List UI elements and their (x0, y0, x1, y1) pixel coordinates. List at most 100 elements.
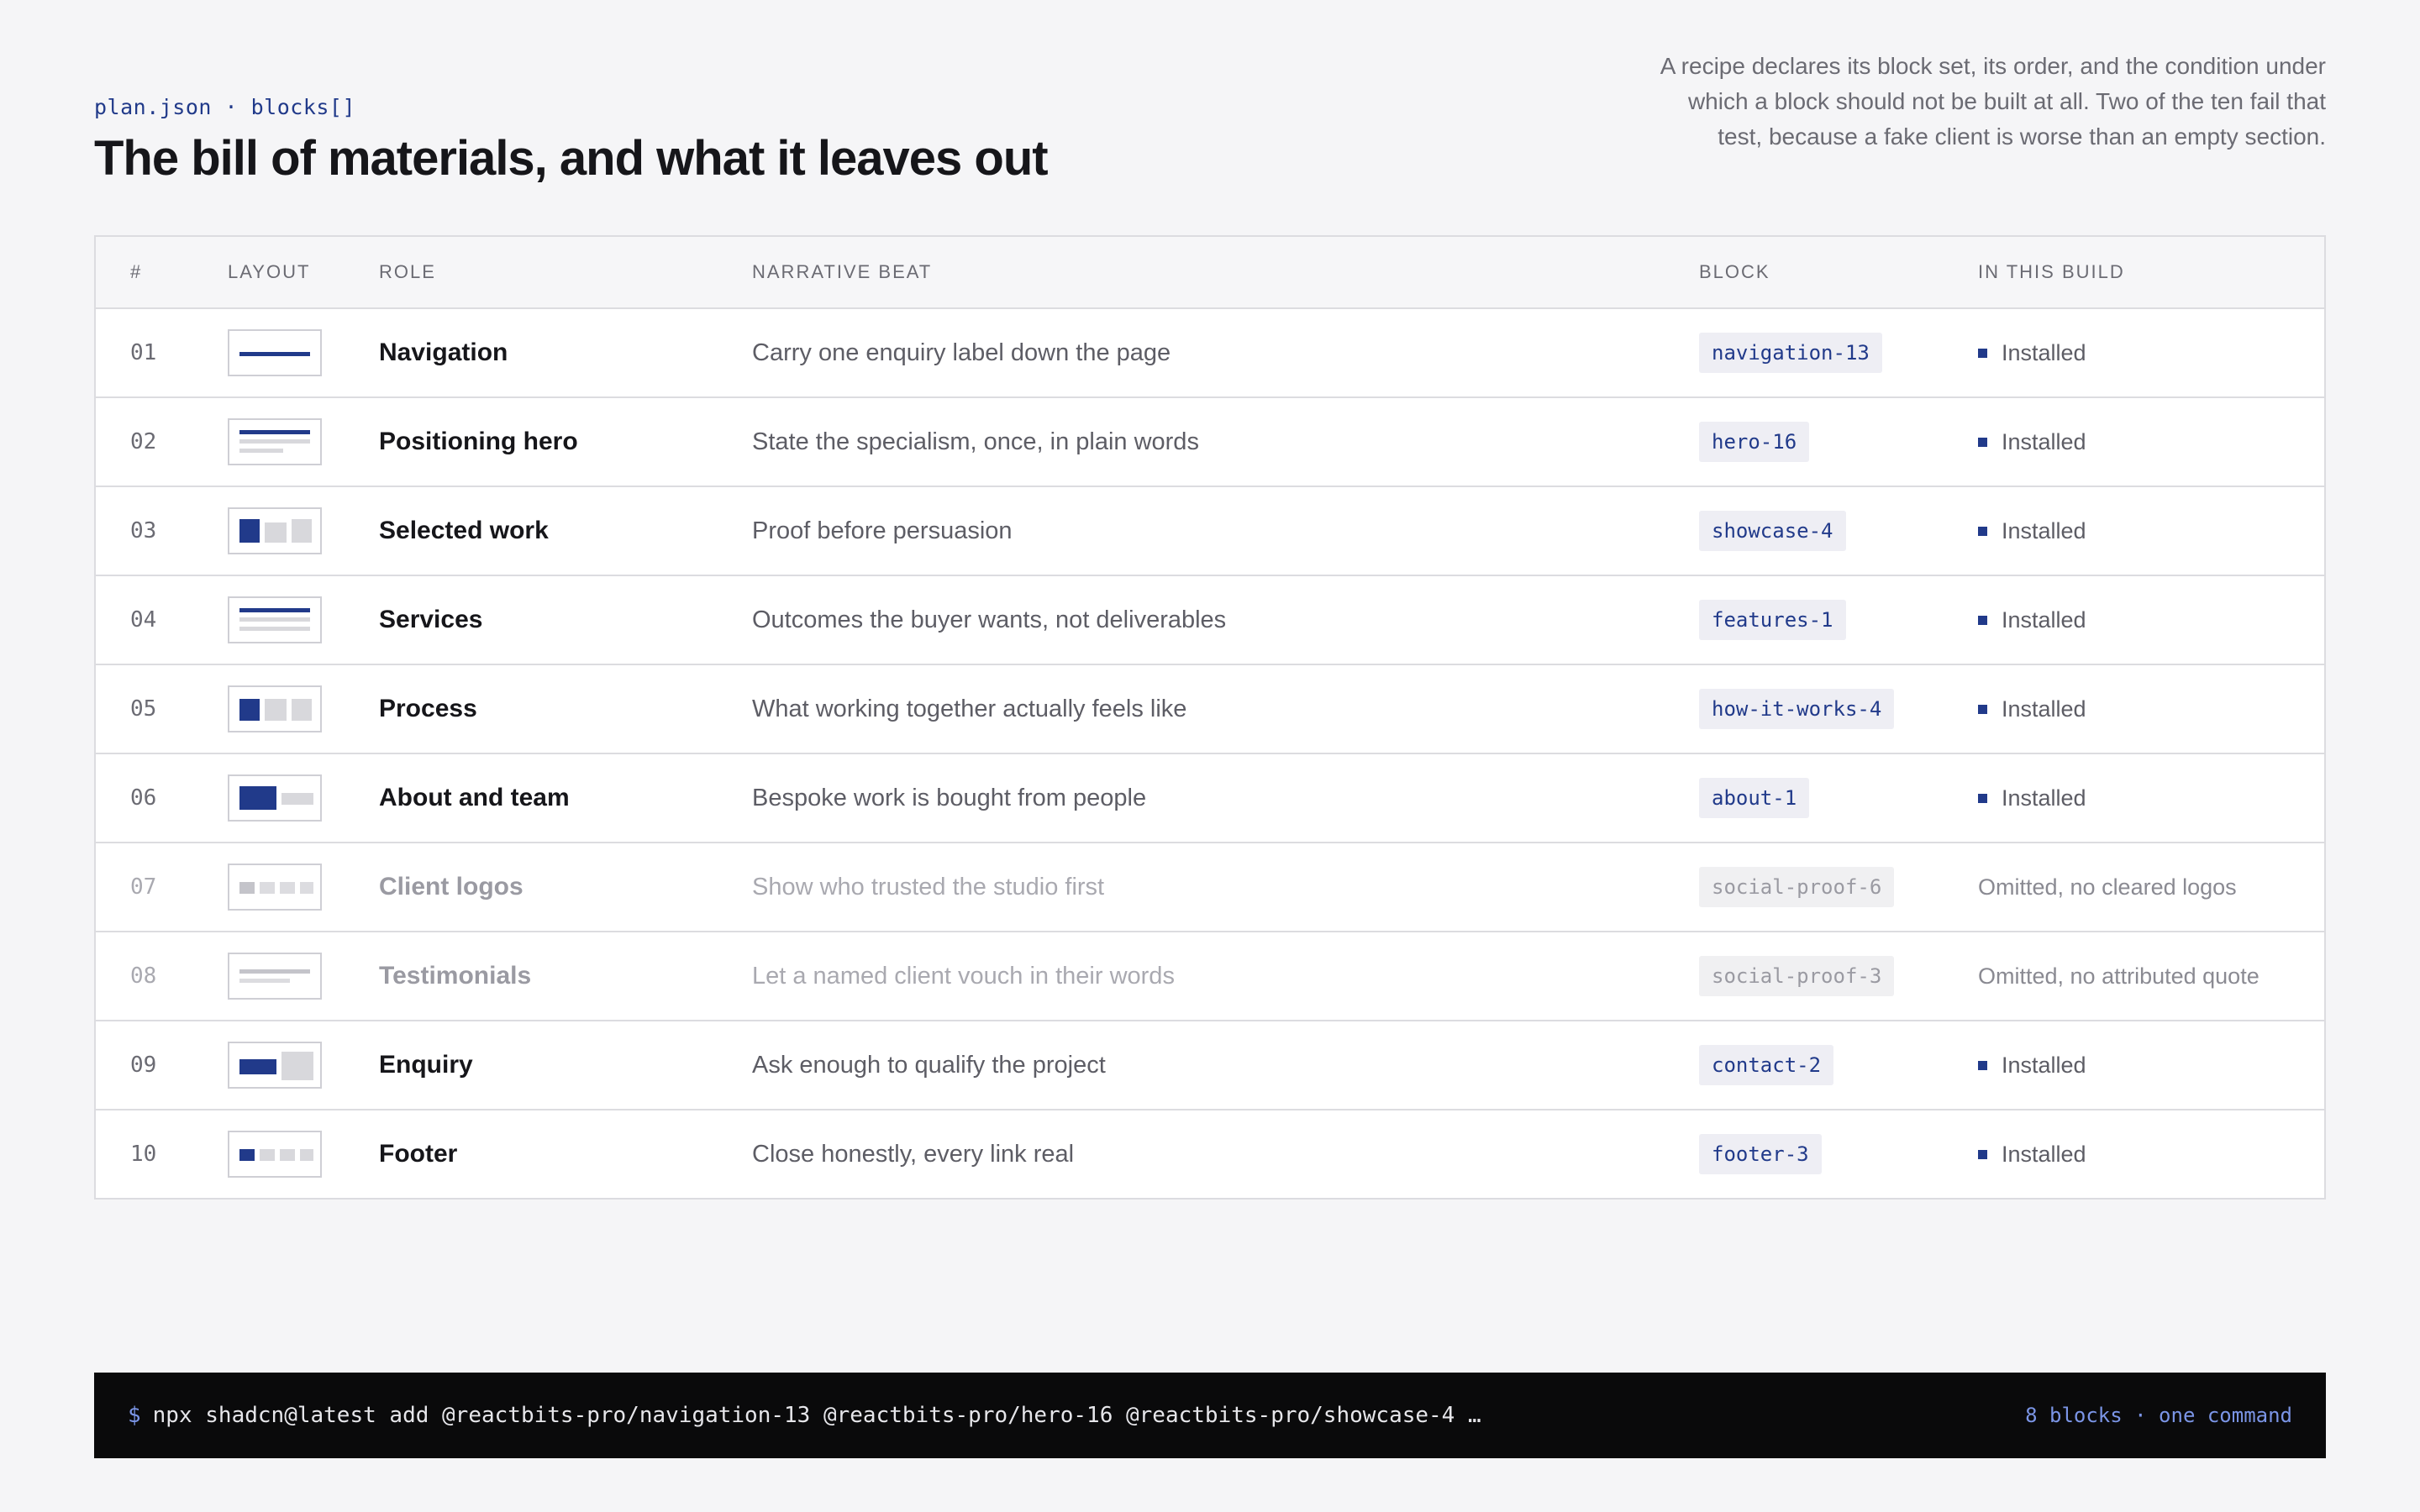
column-header-narrative-beat: NARRATIVE BEAT (752, 261, 933, 282)
block-id-badge: features-1 (1699, 600, 1846, 640)
build-status: Installed (1978, 754, 2086, 842)
table-row: 04 Services Outcomes the buyer wants, no… (96, 576, 2324, 665)
nav-bar-layout-icon (228, 329, 322, 376)
column-header-in-this-build: IN THIS BUILD (1978, 261, 2125, 282)
terminal-summary: 8 blocks · one command (2025, 1404, 2292, 1427)
build-status-label: Installed (2002, 606, 2086, 633)
build-status-label: Installed (2002, 517, 2086, 543)
row-role: Enquiry (379, 1051, 473, 1079)
row-role: Navigation (379, 339, 508, 366)
row-role: Selected work (379, 517, 549, 544)
table-row: 05 Process What working together actuall… (96, 665, 2324, 754)
column-header-number: # (130, 261, 143, 282)
table-row: 07 Client logos Show who trusted the stu… (96, 843, 2324, 932)
row-role: Footer (379, 1140, 458, 1168)
block-id-badge: showcase-4 (1699, 511, 1846, 551)
build-status-label: Installed (2002, 428, 2086, 454)
column-header-layout: LAYOUT (228, 261, 311, 282)
build-status: Installed (1978, 576, 2086, 664)
installed-marker-icon (1978, 437, 1987, 447)
terminal-command-bar[interactable]: $ npx shadcn@latest add @reactbits-pro/na… (94, 1373, 2326, 1458)
build-status-label: Installed (2002, 1052, 2086, 1078)
installed-marker-icon (1978, 615, 1987, 625)
page-description: A recipe declares its block set, its ord… (1660, 53, 2326, 150)
build-status-label: Installed (2002, 1141, 2086, 1167)
blocks-table: # LAYOUT ROLE NARRATIVE BEAT BLOCK IN TH… (94, 235, 2326, 1200)
column-header-role: ROLE (379, 261, 436, 282)
row-number: 06 (130, 785, 157, 811)
block-id-badge: social-proof-6 (1699, 867, 1895, 907)
block-id-badge: about-1 (1699, 778, 1810, 818)
image-text-layout-icon (228, 774, 322, 822)
row-role: Testimonials (379, 962, 532, 990)
table-row: 08 Testimonials Let a named client vouch… (96, 932, 2324, 1021)
three-tiles-layout-icon (228, 507, 322, 554)
build-status: Installed (1978, 309, 2086, 396)
row-role: Services (379, 606, 483, 633)
table-row: 01 Navigation Carry one enquiry label do… (96, 309, 2324, 398)
block-id-badge: contact-2 (1699, 1045, 1834, 1085)
build-status: Installed (1978, 1110, 2086, 1198)
installed-marker-icon (1978, 526, 1987, 536)
terminal-command-text: npx shadcn@latest add @reactbits-pro/nav… (152, 1403, 1481, 1428)
row-number: 01 (130, 340, 157, 365)
row-number: 10 (130, 1142, 157, 1167)
row-number: 04 (130, 607, 157, 633)
row-number: 08 (130, 963, 157, 989)
three-tiles-layout-icon (228, 685, 322, 732)
row-narrative-beat: Show who trusted the studio first (752, 873, 1105, 900)
row-role: Process (379, 695, 477, 722)
table-row: 10 Footer Close honestly, every link rea… (96, 1110, 2324, 1198)
hero-lines-layout-icon (228, 418, 322, 465)
installed-marker-icon (1978, 704, 1987, 714)
row-narrative-beat: Carry one enquiry label down the page (752, 339, 1171, 366)
build-status: Installed (1978, 1021, 2086, 1109)
build-status-label: Installed (2002, 339, 2086, 365)
row-narrative-beat: Outcomes the buyer wants, not deliverabl… (752, 606, 1227, 633)
installed-marker-icon (1978, 1060, 1987, 1070)
block-id-badge: social-proof-3 (1699, 956, 1895, 996)
logo-row-layout-icon (228, 864, 322, 911)
row-narrative-beat: Close honestly, every link real (752, 1140, 1075, 1168)
installed-marker-icon (1978, 793, 1987, 803)
row-role: Client logos (379, 873, 523, 900)
row-role: About and team (379, 784, 570, 811)
table-row: 02 Positioning hero State the specialism… (96, 398, 2324, 487)
build-status: Installed (1978, 665, 2086, 753)
stacked-lines-layout-icon (228, 596, 322, 643)
build-status-label: Omitted, no cleared logos (1978, 874, 2237, 900)
page-title: The bill of materials, and what it leave… (94, 131, 1049, 186)
build-status-label: Omitted, no attributed quote (1978, 963, 2260, 989)
form-split-layout-icon (228, 1042, 322, 1089)
page-eyebrow: plan.json · blocks[] (94, 95, 356, 119)
table-row: 09 Enquiry Ask enough to qualify the pro… (96, 1021, 2324, 1110)
row-role: Positioning hero (379, 428, 578, 455)
build-status: Installed (1978, 487, 2086, 575)
build-status-label: Installed (2002, 696, 2086, 722)
column-header-block: BLOCK (1699, 261, 1770, 282)
terminal-command[interactable]: $ npx shadcn@latest add @reactbits-pro/na… (128, 1403, 1481, 1428)
row-number: 02 (130, 429, 157, 454)
row-number: 03 (130, 518, 157, 543)
block-id-badge: hero-16 (1699, 422, 1810, 462)
build-status-label: Installed (2002, 785, 2086, 811)
block-id-badge: how-it-works-4 (1699, 689, 1895, 729)
row-narrative-beat: Let a named client vouch in their words (752, 962, 1175, 990)
row-narrative-beat: Bespoke work is bought from people (752, 784, 1147, 811)
table-header: # LAYOUT ROLE NARRATIVE BEAT BLOCK IN TH… (96, 237, 2324, 309)
row-narrative-beat: What working together actually feels lik… (752, 695, 1187, 722)
block-id-badge: navigation-13 (1699, 333, 1882, 373)
table-row: 03 Selected work Proof before persuasion… (96, 487, 2324, 576)
table-row: 06 About and team Bespoke work is bought… (96, 754, 2324, 843)
row-number: 07 (130, 874, 157, 900)
footer-columns-layout-icon (228, 1131, 322, 1178)
installed-marker-icon (1978, 348, 1987, 358)
terminal-prompt: $ (128, 1403, 141, 1428)
row-narrative-beat: State the specialism, once, in plain wor… (752, 428, 1199, 455)
quote-lines-layout-icon (228, 953, 322, 1000)
row-number: 09 (130, 1053, 157, 1078)
block-id-badge: footer-3 (1699, 1134, 1822, 1174)
build-status: Installed (1978, 398, 2086, 486)
row-number: 05 (130, 696, 157, 722)
row-narrative-beat: Proof before persuasion (752, 517, 1013, 544)
